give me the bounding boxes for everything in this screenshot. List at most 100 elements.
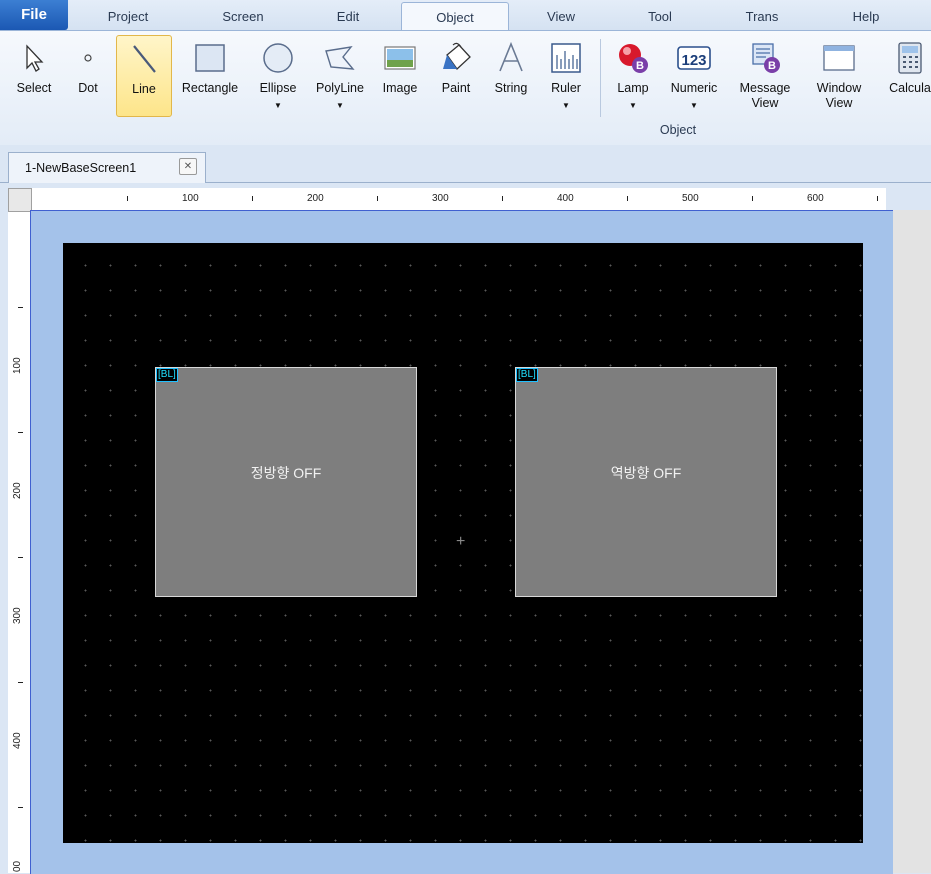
lamp-icon: B xyxy=(619,44,648,73)
bit-lamp-text: 역방향 OFF xyxy=(610,465,682,481)
center-crosshair: + xyxy=(456,533,466,550)
editor-canvas-area: [BL] 정방향 OFF [BL] 역방향 OFF + xyxy=(30,210,931,874)
bit-lamp-tag: [BL] xyxy=(156,368,178,382)
ellipse-button[interactable]: Ellipse ▼ xyxy=(252,35,304,115)
message-view-label: Message View xyxy=(739,81,791,110)
message-view-icon: B xyxy=(752,43,780,73)
numeric-glyph: 123 xyxy=(681,52,707,69)
menu-bar: File Project Screen Edit Object View Too… xyxy=(0,0,931,31)
select-label: Select xyxy=(16,81,52,95)
polyline-icon xyxy=(325,46,355,70)
tab-document[interactable]: 1-NewBaseScreen1 ✕ xyxy=(8,152,206,183)
string-icon xyxy=(499,41,523,72)
file-menu-tab[interactable]: File xyxy=(0,0,68,30)
ruler-tick xyxy=(18,557,23,558)
rectangle-label: Rectangle xyxy=(181,81,239,95)
ruler-tick xyxy=(377,196,378,201)
polyline-button[interactable]: PolyLine ▼ xyxy=(310,35,370,115)
ruler-tick xyxy=(127,196,128,201)
ellipse-label: Ellipse xyxy=(259,81,297,95)
ruler-label: 600 xyxy=(807,193,824,204)
tab-object[interactable]: Object xyxy=(401,2,509,31)
rectangle-icon xyxy=(195,44,225,72)
paint-button[interactable]: Paint xyxy=(432,35,480,115)
cursor-icon xyxy=(26,44,44,72)
ruler-label: 100 xyxy=(182,193,199,204)
tab-view[interactable]: View xyxy=(523,2,599,30)
calculator-button[interactable]: Calcula xyxy=(880,35,931,115)
bit-lamp-reverse[interactable]: [BL] 역방향 OFF xyxy=(515,367,777,597)
lamp-label: Lamp xyxy=(617,81,649,95)
dot-button[interactable]: Dot xyxy=(66,35,110,115)
ruler-label: 400 xyxy=(12,732,23,749)
base-screen[interactable]: [BL] 정방향 OFF [BL] 역방향 OFF + xyxy=(63,243,863,843)
ruler-label: 300 xyxy=(432,193,449,204)
dot-label: Dot xyxy=(78,81,98,95)
tab-project[interactable]: Project xyxy=(90,2,166,30)
document-tab-strip: 1-NewBaseScreen1 ✕ xyxy=(0,145,931,183)
ruler-label: 00 xyxy=(12,860,23,872)
bit-lamp-forward[interactable]: [BL] 정방향 OFF xyxy=(155,367,417,597)
ruler-corner xyxy=(8,188,32,212)
bit-lamp-tag: [BL] xyxy=(516,368,538,382)
ruler-tick xyxy=(752,196,753,201)
window-view-label: Window View xyxy=(816,81,862,110)
ruler-tick xyxy=(627,196,628,201)
screen-frame: [BL] 정방향 OFF [BL] 역방향 OFF + xyxy=(30,210,893,874)
line-button[interactable]: Line xyxy=(116,35,172,117)
rectangle-button[interactable]: Rectangle xyxy=(176,35,244,115)
chevron-down-icon[interactable]: ▼ xyxy=(252,101,304,111)
numeric-button[interactable]: 123 Numeric ▼ xyxy=(664,35,724,115)
string-button[interactable]: String xyxy=(486,35,536,115)
chevron-down-icon[interactable]: ▼ xyxy=(608,101,658,111)
ribbon-separator xyxy=(600,39,601,117)
ribbon: Select Dot Line Rectangle Ellipse ▼ Poly… xyxy=(0,30,931,146)
tab-trans[interactable]: Trans xyxy=(724,2,800,30)
svg-text:B: B xyxy=(636,60,644,72)
message-view-button[interactable]: B Message View xyxy=(730,35,800,115)
ruler-tick xyxy=(877,196,878,201)
image-label: Image xyxy=(382,81,418,95)
ruler-tick xyxy=(18,432,23,433)
ruler-tick xyxy=(18,682,23,683)
tab-help[interactable]: Help xyxy=(828,2,904,30)
ruler-tick xyxy=(502,196,503,201)
bit-lamp-text: 정방향 OFF xyxy=(250,465,322,481)
chevron-down-icon[interactable]: ▼ xyxy=(310,101,370,111)
ruler-label: 500 xyxy=(682,193,699,204)
chevron-down-icon[interactable]: ▼ xyxy=(664,101,724,111)
ruler-label: 100 xyxy=(12,357,23,374)
ruler-label: 200 xyxy=(12,482,23,499)
window-view-button[interactable]: Window View xyxy=(806,35,872,115)
tab-screen[interactable]: Screen xyxy=(205,2,281,30)
horizontal-ruler: 100 200 300 400 500 600 xyxy=(32,188,886,211)
ruler-tick xyxy=(18,307,23,308)
paint-bucket-icon xyxy=(443,42,471,70)
chevron-down-icon[interactable]: ▼ xyxy=(542,101,590,111)
svg-text:B: B xyxy=(768,60,776,72)
ellipse-icon xyxy=(263,43,293,73)
polyline-label: PolyLine xyxy=(316,81,364,95)
tab-edit[interactable]: Edit xyxy=(310,2,386,30)
dot-icon xyxy=(84,54,92,62)
calculator-icon xyxy=(898,42,922,74)
tab-tool[interactable]: Tool xyxy=(622,2,698,30)
paint-label: Paint xyxy=(441,81,471,95)
ruler-icon xyxy=(551,43,581,73)
ruler-label: Ruler xyxy=(551,81,581,95)
ruler-tick xyxy=(18,807,23,808)
vertical-ruler: 100 200 300 400 00 xyxy=(8,212,31,873)
numeric-label: Numeric xyxy=(670,81,718,95)
image-button[interactable]: Image xyxy=(376,35,424,115)
lamp-button[interactable]: B Lamp ▼ xyxy=(608,35,658,115)
line-label: Line xyxy=(132,82,156,96)
window-view-icon xyxy=(823,45,855,71)
image-icon xyxy=(384,46,416,70)
ruler-label: 300 xyxy=(12,607,23,624)
ribbon-group-label: Object xyxy=(659,123,697,137)
ruler-label: 200 xyxy=(307,193,324,204)
close-icon[interactable]: ✕ xyxy=(179,158,197,175)
document-tab-label: 1-NewBaseScreen1 xyxy=(25,161,137,175)
ruler-button[interactable]: Ruler ▼ xyxy=(542,35,590,115)
select-button[interactable]: Select xyxy=(8,35,60,115)
